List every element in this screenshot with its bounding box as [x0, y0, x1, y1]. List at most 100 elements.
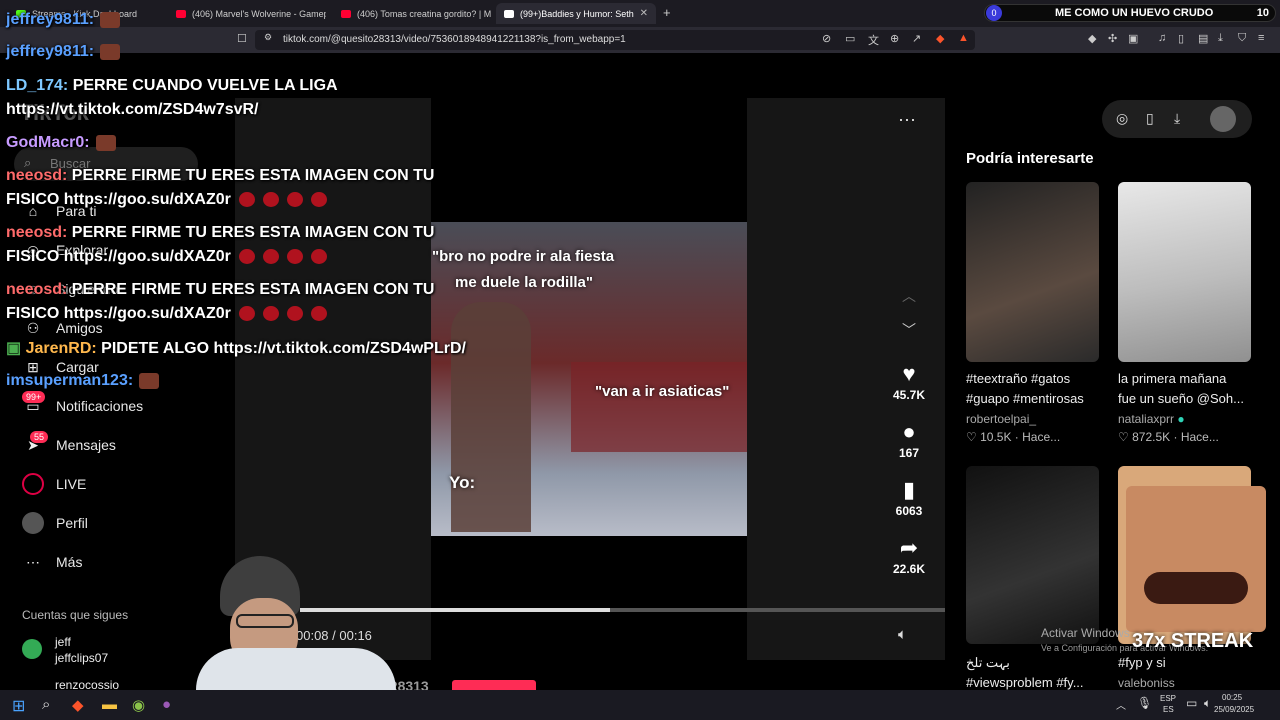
- notification-badge: 99+: [22, 391, 46, 403]
- card-caption[interactable]: la primera mañana: [1118, 369, 1258, 389]
- card-caption[interactable]: بہت تلخ: [966, 653, 1106, 673]
- vpn-icon[interactable]: ⛉: [1238, 32, 1246, 45]
- following-handle: jeffclips07: [55, 651, 109, 665]
- share-button[interactable]: ➦ 22.6K: [888, 536, 930, 577]
- video-thumbnail[interactable]: [1118, 182, 1251, 362]
- nav-mas[interactable]: ⋯ Más: [22, 551, 82, 573]
- video-caption: "van a ir asiaticas": [595, 383, 730, 400]
- chevron-down-icon[interactable]: ﹀: [902, 320, 916, 340]
- card-caption[interactable]: fue un sueño @Soh...: [1118, 389, 1258, 409]
- goal-label: ME COMO UN HUEVO CRUDO: [1055, 7, 1214, 19]
- close-icon[interactable]: ✕: [640, 8, 648, 19]
- heart-emote-icon: [286, 249, 303, 265]
- save-button[interactable]: ▮ 6063: [888, 478, 930, 519]
- chevron-up-icon[interactable]: ︿: [1116, 697, 1126, 712]
- chat-message: ▣ JarenRD: PIDETE ALGO https://vt.tiktok…: [6, 338, 466, 358]
- search-icon[interactable]: ⌕: [42, 696, 50, 713]
- video-caption: Yo:: [449, 473, 476, 492]
- like-count: 10.5K: [980, 430, 1012, 444]
- windows-start-icon[interactable]: ⊞: [12, 696, 25, 716]
- screen-icon[interactable]: ▭: [845, 32, 855, 45]
- chat-text: FISICO https://goo.su/dXAZ0r: [6, 248, 231, 265]
- tab-tiktok[interactable]: (99+)Baddies y Humor: Seth F ✕: [496, 3, 656, 24]
- card-user[interactable]: valeboniss: [1118, 676, 1175, 690]
- like-count: 872.5K: [1132, 430, 1171, 444]
- heart-emote-icon: [262, 249, 279, 265]
- message-badge: 55: [30, 431, 49, 443]
- nav-label: Más: [56, 554, 83, 570]
- heart-emote-icon: [238, 192, 255, 208]
- card-caption[interactable]: #teextraño #gatos: [966, 369, 1106, 389]
- brave-shield-icon[interactable]: ◆: [936, 32, 944, 45]
- tab-label: (406) Tomas creatina gordito? | Mom: [357, 8, 491, 19]
- webcam-overlay: [196, 548, 406, 690]
- chat-text: PERRE FIRME TU ERES ESTA IMAGEN CON TU: [71, 167, 435, 184]
- extension-icon[interactable]: ◆: [1088, 32, 1096, 45]
- card-user[interactable]: robertoelpai_: [966, 412, 1036, 426]
- app-icon[interactable]: ●: [162, 696, 171, 713]
- like-count: 45.7K: [892, 388, 926, 402]
- heart-emote-icon: [262, 306, 279, 322]
- verified-icon: ●: [1177, 412, 1185, 426]
- chat-text: https://vt.tiktok.com/ZSD4w7svR/: [6, 101, 259, 118]
- avatar[interactable]: [22, 639, 42, 659]
- microphone-icon[interactable]: 🎙︎: [1137, 696, 1152, 710]
- music-icon[interactable]: ♫: [1158, 32, 1166, 44]
- zoom-icon[interactable]: ⊕: [890, 32, 899, 45]
- address-bar[interactable]: tiktok.com/@quesito28313/video/753601894…: [255, 30, 975, 50]
- comment-button[interactable]: ● 167: [888, 420, 930, 461]
- chat-message: FISICO https://goo.su/dXAZ0r: [6, 191, 327, 209]
- downloads-icon[interactable]: ⤓: [1218, 32, 1223, 45]
- coin-icon[interactable]: ◎: [1116, 110, 1128, 127]
- share-icon[interactable]: ↗: [912, 32, 921, 45]
- reader-icon[interactable]: ⊘: [822, 32, 831, 45]
- phone-icon[interactable]: ▯: [1146, 110, 1154, 127]
- brave-rewards-icon[interactable]: ▲: [958, 32, 969, 44]
- video-frame[interactable]: [431, 222, 747, 536]
- video-thumbnail[interactable]: [966, 182, 1099, 362]
- wallet-icon[interactable]: ▣: [1128, 32, 1138, 45]
- activate-windows-title: Activar Windows: [1041, 626, 1130, 640]
- live-avatar-icon: [22, 473, 44, 495]
- card-likes: ♡ 10.5K · Hace...: [966, 430, 1061, 444]
- tab-wolverine[interactable]: (406) Marvel's Wolverine - Gameplay: [168, 3, 326, 24]
- video-thumbnail[interactable]: [966, 466, 1099, 644]
- puzzle-icon[interactable]: ✣: [1108, 32, 1117, 45]
- language-indicator[interactable]: ESP: [1160, 694, 1176, 703]
- chevron-up-icon[interactable]: ︿: [902, 286, 916, 306]
- heart-emote-icon: [262, 192, 279, 208]
- menu-icon[interactable]: ≡: [1258, 32, 1264, 44]
- download-icon[interactable]: ⤓: [1174, 110, 1180, 127]
- card-caption[interactable]: #fyp y si: [1118, 653, 1258, 673]
- card-caption[interactable]: #guapo #mentirosas: [966, 389, 1106, 409]
- clock-time[interactable]: 00:25: [1222, 693, 1242, 702]
- avatar[interactable]: [1210, 106, 1236, 132]
- top-actions-bar: ◎ ▯ ⤓: [1102, 100, 1252, 138]
- translate-icon[interactable]: 文: [868, 32, 879, 48]
- card-user-name: nataliaxprr: [1118, 412, 1175, 426]
- chat-message: imsuperman123:: [6, 372, 160, 390]
- volume-icon[interactable]: 🔈︎: [1204, 696, 1211, 711]
- youtube-icon: [341, 9, 351, 18]
- tab-creatina[interactable]: (406) Tomas creatina gordito? | Mom: [333, 3, 491, 24]
- brave-icon[interactable]: ◆: [72, 696, 84, 714]
- nav-live[interactable]: LIVE: [22, 473, 86, 495]
- sidebar-icon[interactable]: ▯: [1178, 32, 1184, 45]
- card-user[interactable]: nataliaxprr ●: [1118, 412, 1185, 426]
- like-button[interactable]: ♥ 45.7K: [888, 362, 930, 403]
- network-icon[interactable]: ▭: [1186, 696, 1197, 710]
- chat-text: PERRE FIRME TU ERES ESTA IMAGEN CON TU: [71, 224, 435, 241]
- reading-list-icon[interactable]: ▤: [1198, 32, 1208, 45]
- folder-icon[interactable]: ▬: [102, 696, 117, 713]
- xbox-icon[interactable]: ◉: [132, 696, 145, 714]
- following-name[interactable]: jeff: [55, 635, 71, 649]
- bookmark-icon[interactable]: ☐: [237, 32, 247, 45]
- nav-perfil[interactable]: Perfil: [22, 512, 88, 534]
- new-tab-button[interactable]: +: [663, 5, 671, 20]
- site-info-icon[interactable]: ⚙: [264, 32, 272, 43]
- volume-icon[interactable]: 🔈︎: [898, 626, 907, 643]
- chat-message: neeosd: PERRE FIRME TU ERES ESTA IMAGEN …: [6, 281, 434, 299]
- heart-emote-icon: [286, 192, 303, 208]
- windows-taskbar: ⊞ ⌕ ◆ ▬ ◉ ● ︿ 🎙︎ ESP ES ▭ 🔈︎ 00:25 25/09…: [0, 690, 1280, 720]
- more-options-icon[interactable]: ⋯: [898, 110, 916, 131]
